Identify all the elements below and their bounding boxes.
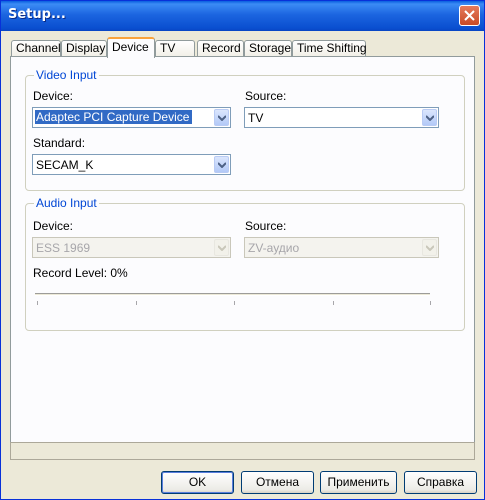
tab-time-shifting[interactable]: Time Shifting — [292, 40, 367, 57]
chevron-down-icon — [422, 239, 437, 256]
slider-tick — [234, 301, 235, 305]
standard-select[interactable]: SECAM_K — [32, 154, 231, 175]
video-input-group: Video Input Device: Adaptec PCI Capture … — [25, 68, 465, 191]
close-button[interactable] — [459, 5, 480, 26]
video-device-select[interactable]: Adaptec PCI Capture Device — [32, 107, 231, 128]
record-level-slider — [35, 293, 430, 296]
tab-record[interactable]: Record — [197, 40, 244, 57]
audio-source-select: ZV-аудио — [244, 237, 439, 258]
tab-channel[interactable]: Channel — [11, 40, 61, 57]
audio-source-value: ZV-аудио — [248, 241, 300, 255]
window-title: Setup... — [8, 7, 66, 22]
slider-tick — [333, 301, 334, 305]
dialog-client: Channel Display Device TV Record Storage… — [4, 31, 481, 497]
apply-button[interactable]: Применить — [320, 471, 397, 494]
audio-device-value: ESS 1969 — [36, 241, 91, 255]
standard-value: SECAM_K — [36, 158, 94, 172]
audio-source-label: Source: — [245, 219, 287, 233]
video-source-select[interactable]: TV — [244, 107, 439, 128]
tab-tv[interactable]: TV — [155, 40, 195, 57]
tab-device[interactable]: Device — [107, 37, 155, 58]
audio-input-group: Audio Input Device: ESS 1969 Source: ZV-… — [25, 196, 465, 331]
audio-device-label: Device: — [33, 219, 74, 233]
chevron-down-icon[interactable] — [214, 109, 229, 126]
audio-device-select: ESS 1969 — [32, 237, 231, 258]
ok-button[interactable]: OK — [161, 471, 234, 494]
slider-tick — [37, 301, 38, 305]
video-source-label: Source: — [245, 89, 287, 103]
tab-storage[interactable]: Storage — [244, 40, 292, 57]
help-button[interactable]: Справка — [404, 471, 477, 494]
tab-display[interactable]: Display — [61, 40, 107, 57]
cancel-button[interactable]: Отмена — [241, 471, 314, 494]
close-icon — [464, 10, 475, 21]
chevron-down-icon[interactable] — [422, 109, 437, 126]
video-input-title: Video Input — [34, 68, 99, 82]
status-bar — [10, 442, 475, 460]
slider-tick — [430, 301, 431, 305]
video-device-label: Device: — [33, 89, 74, 103]
slider-tick — [136, 301, 137, 305]
video-source-value: TV — [248, 111, 264, 125]
chevron-down-icon — [214, 239, 229, 256]
video-device-value: Adaptec PCI Capture Device — [35, 110, 193, 124]
audio-input-title: Audio Input — [34, 196, 99, 210]
setup-window: Setup... Channel Display Device TV Recor… — [0, 0, 485, 500]
record-level-label: Record Level: 0% — [33, 266, 128, 280]
standard-label: Standard: — [33, 136, 86, 150]
device-tab-panel: Video Input Device: Adaptec PCI Capture … — [10, 56, 475, 460]
title-bar[interactable]: Setup... — [1, 1, 484, 31]
chevron-down-icon[interactable] — [214, 156, 229, 173]
